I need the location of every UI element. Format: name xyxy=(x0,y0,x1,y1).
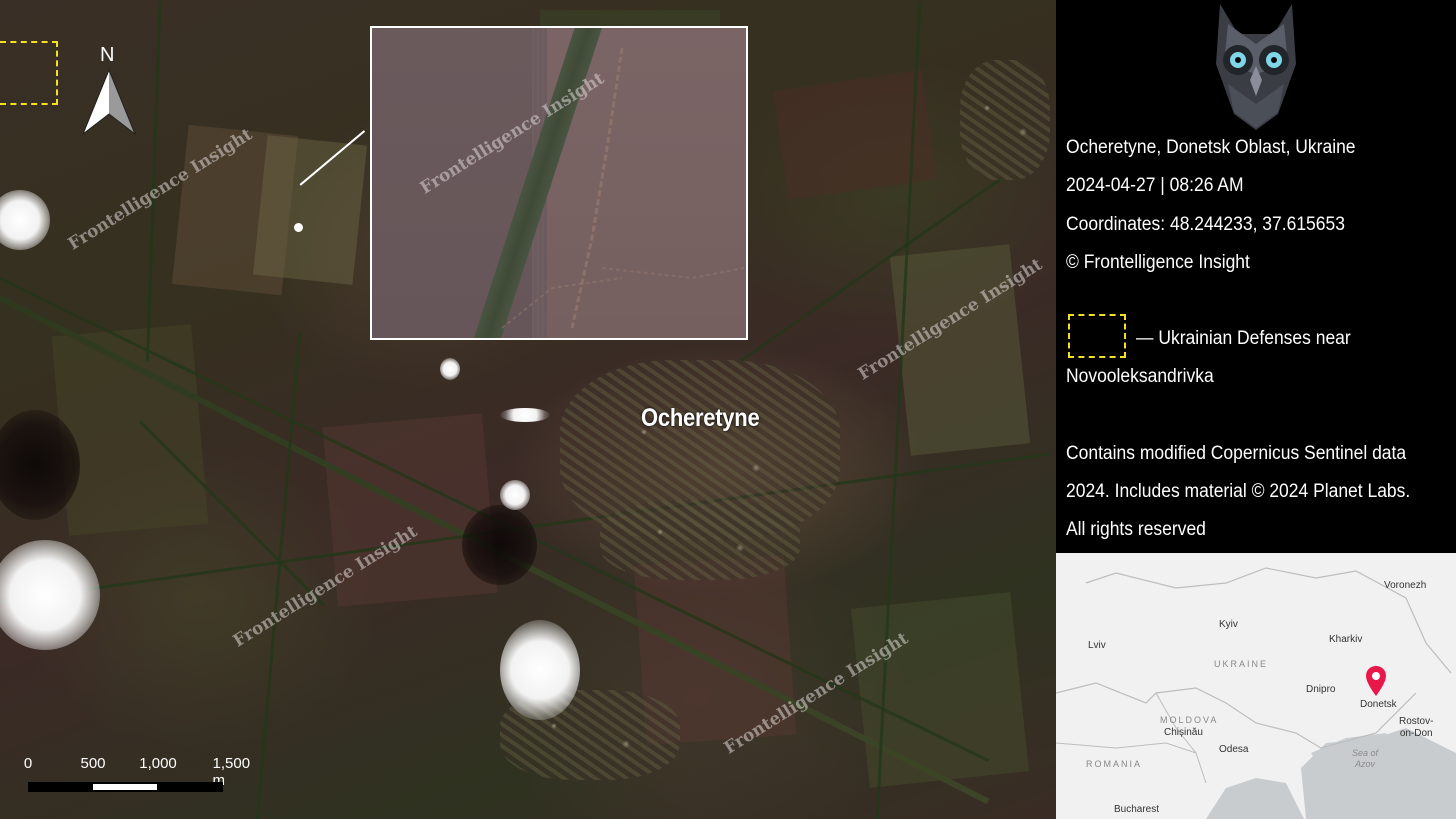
credit-text: Contains modified Copernicus Sentinel da… xyxy=(1066,443,1407,464)
cloud-shadow xyxy=(462,505,537,585)
locator-sea-label: Sea of Azov xyxy=(1352,748,1379,769)
locator-city-label: Lviv xyxy=(1088,640,1106,651)
cloud xyxy=(440,358,460,380)
owl-icon xyxy=(1216,4,1296,130)
cloud xyxy=(0,190,50,250)
locator-country-label: MOLDOVA xyxy=(1160,715,1219,725)
locator-country-label: ROMANIA xyxy=(1086,759,1143,769)
locator-city-label: Dnipro xyxy=(1306,684,1336,695)
north-label: N xyxy=(100,44,115,66)
locator-country-label: UKRAINE xyxy=(1214,659,1269,669)
city-label: Ocheretyne xyxy=(641,404,760,432)
image-root: Frontelligence Insight Frontelligence In… xyxy=(0,0,1456,819)
credit-text: All rights reserved xyxy=(1066,519,1206,540)
field-patch xyxy=(51,324,209,536)
location-text: Ocheretyne, Donetsk Oblast, Ukraine xyxy=(1066,137,1356,158)
settlement-area xyxy=(960,60,1050,180)
cloud xyxy=(500,620,580,720)
locator-city-label: Kyiv xyxy=(1219,619,1238,630)
map-pin-icon xyxy=(1366,666,1386,696)
credit-text: 2024. Includes material © 2024 Planet La… xyxy=(1066,481,1411,502)
locator-city-label: Voronezh xyxy=(1384,580,1427,591)
cloud xyxy=(500,480,530,510)
satellite-map: Frontelligence Insight Frontelligence In… xyxy=(0,0,1056,819)
legend-defense-box xyxy=(1068,314,1126,358)
legend-text: — Ukrainian Defenses near xyxy=(1136,328,1351,349)
defense-highlight-box xyxy=(0,41,58,105)
locator-city-label: Kharkiv xyxy=(1329,634,1363,645)
scale-bar: 0 500 1,000 1,500 m xyxy=(24,755,274,800)
coordinates-text: Coordinates: 48.244233, 37.615653 xyxy=(1066,214,1345,235)
locator-city-label: Rostov- on-Don xyxy=(1399,716,1434,739)
field-patch xyxy=(252,135,368,285)
locator-city-label: Chișinău xyxy=(1164,727,1203,738)
field-patch xyxy=(851,592,1029,788)
locator-map: Voronezh Kyiv Kharkiv Lviv UKRAINE Dnipr… xyxy=(1056,553,1456,819)
locator-city-label: Donetsk xyxy=(1360,699,1397,710)
datetime-text: 2024-04-27 | 08:26 AM xyxy=(1066,175,1244,196)
cloud xyxy=(500,408,550,422)
scale-label: 0 xyxy=(23,755,33,772)
locator-city-label: Odesa xyxy=(1219,744,1249,755)
locator-city-label: Bucharest xyxy=(1114,804,1160,815)
inset-location-dot xyxy=(294,223,303,232)
scale-segment xyxy=(93,784,157,790)
scale-label: 1,000 xyxy=(139,755,177,772)
settlement-area xyxy=(600,500,800,580)
legend-text-continued: Novooleksandrivka xyxy=(1066,366,1214,387)
copyright-text: © Frontelligence Insight xyxy=(1066,252,1250,273)
info-panel: Ocheretyne, Donetsk Oblast, Ukraine 2024… xyxy=(1056,0,1456,553)
scale-label: 500 xyxy=(80,755,106,772)
locator-shapes xyxy=(1056,567,1456,819)
cloud xyxy=(0,540,100,650)
